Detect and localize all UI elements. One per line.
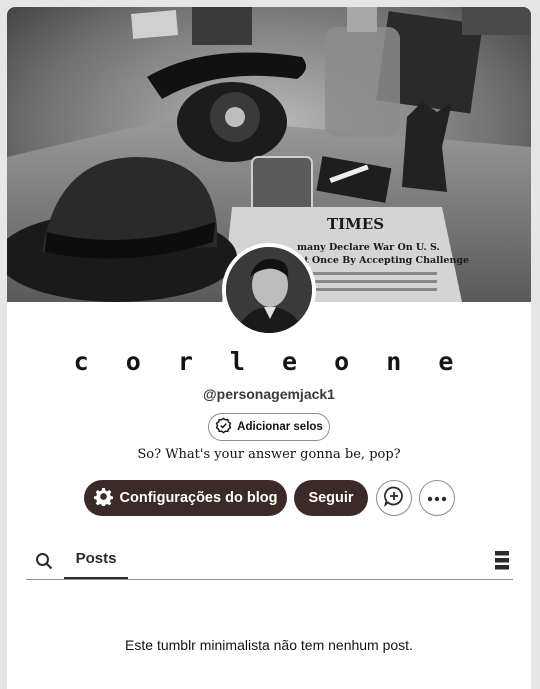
message-button[interactable] xyxy=(376,480,412,516)
blog-description: So? What's your answer gonna be, pop? xyxy=(137,447,401,462)
gear-icon xyxy=(93,487,113,510)
search-icon[interactable] xyxy=(35,552,53,575)
badge-icon xyxy=(215,417,232,437)
empty-state-message: Este tumblr minimalista não tem nenhum p… xyxy=(125,637,413,653)
follow-button[interactable]: Seguir xyxy=(294,480,368,516)
blog-settings-button[interactable]: Configurações do blog xyxy=(84,480,287,516)
add-badges-button[interactable]: Adicionar selos xyxy=(208,413,330,441)
svg-text:TIMES: TIMES xyxy=(327,215,384,233)
blog-title: c o r l e o n e xyxy=(73,347,465,376)
layout-icon[interactable] xyxy=(495,551,509,575)
blog-card: TIMES many Declare War On U. S. At Once … xyxy=(7,7,531,689)
svg-text:many Declare War On U. S.: many Declare War On U. S. xyxy=(297,242,440,253)
svg-text:At Once By Accepting Challenge: At Once By Accepting Challenge xyxy=(296,255,469,266)
tab-bar: Posts xyxy=(26,545,513,580)
blog-handle[interactable]: @personagemjack1 xyxy=(7,386,531,402)
more-icon xyxy=(427,489,447,507)
action-bar: Configurações do blog Seguir xyxy=(7,480,531,516)
tab-posts[interactable]: Posts xyxy=(64,545,128,579)
follow-label: Seguir xyxy=(308,490,354,506)
chat-plus-icon xyxy=(383,485,405,512)
more-options-button[interactable] xyxy=(419,480,455,516)
blog-settings-label: Configurações do blog xyxy=(119,490,278,506)
avatar[interactable] xyxy=(222,243,316,337)
add-badges-label: Adicionar selos xyxy=(237,421,323,433)
